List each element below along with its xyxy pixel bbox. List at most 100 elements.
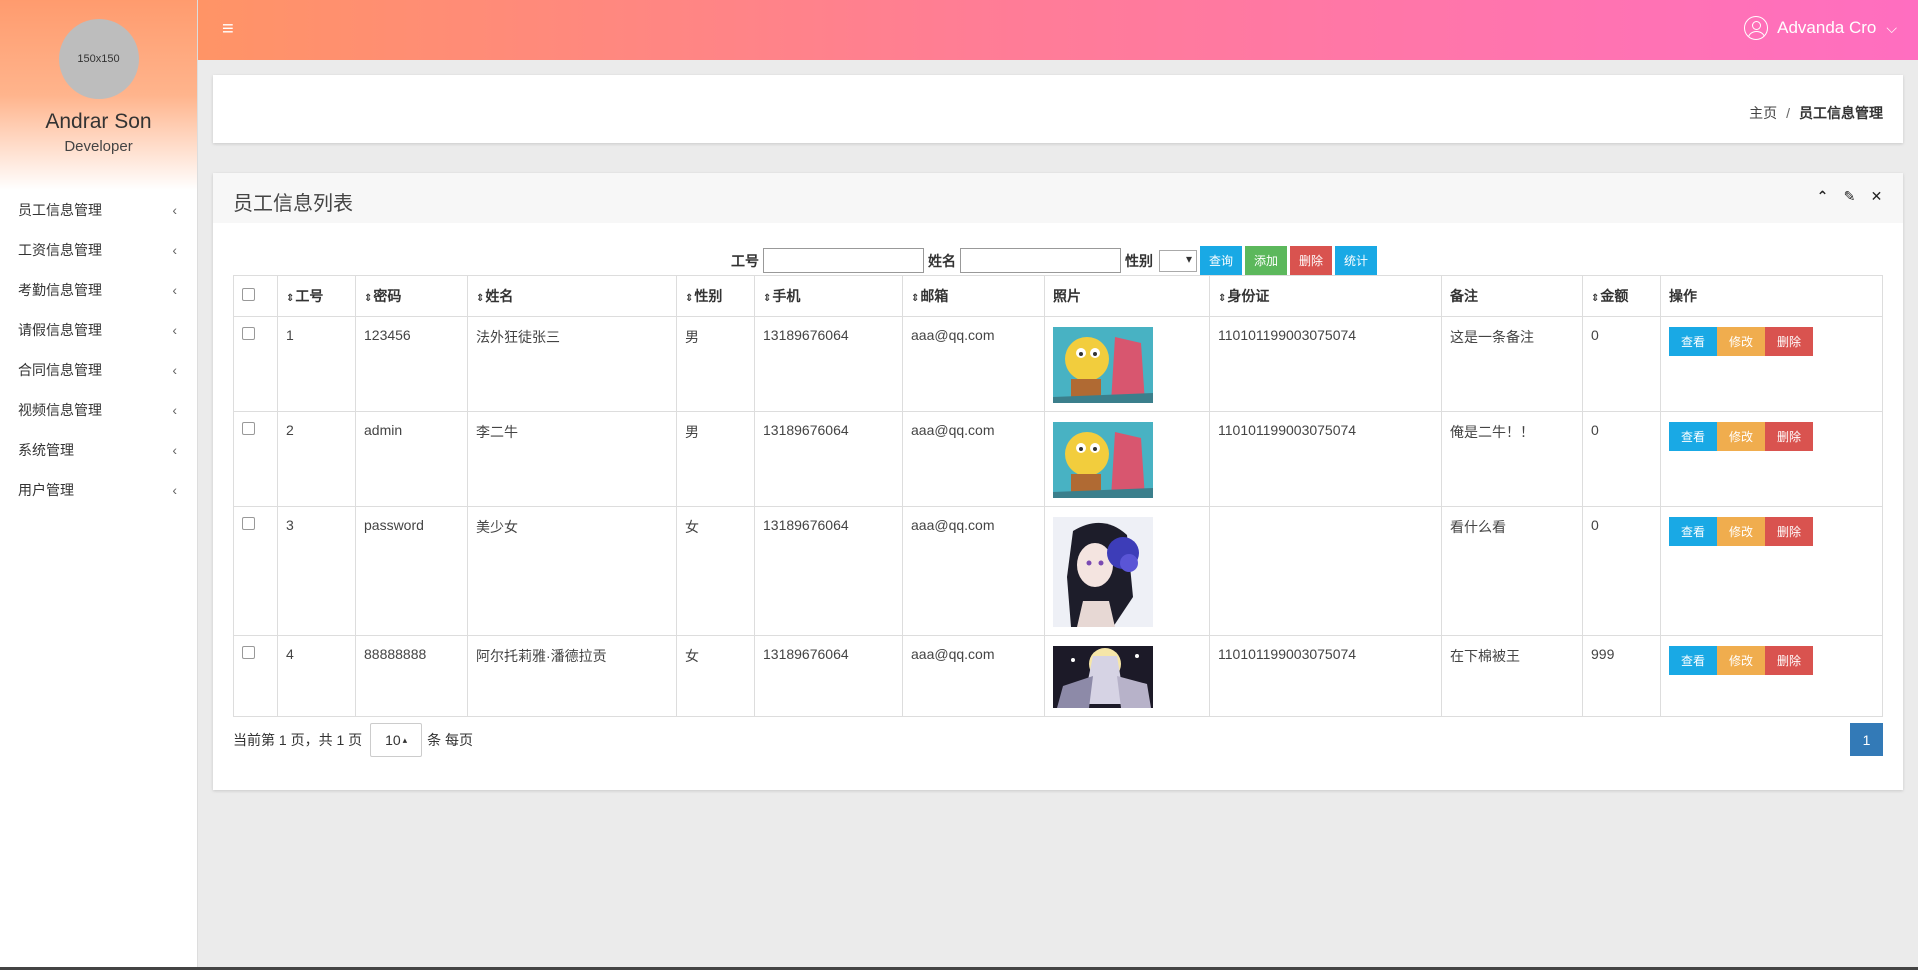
cell-remark: 这是一条备注 — [1441, 316, 1583, 412]
page-status-text: 当前第 1 页，共 1 页 — [233, 732, 363, 748]
caret-up-icon: ▴ — [402, 734, 408, 745]
col-label: 工号 — [295, 288, 324, 304]
photo-thumbnail[interactable] — [1053, 646, 1153, 708]
select-all-checkbox[interactable] — [242, 288, 255, 301]
breadcrumb-home[interactable]: 主页 — [1749, 105, 1777, 121]
chevron-left-icon: ‹ — [172, 442, 177, 458]
col-password[interactable]: ⇕密码 — [355, 275, 468, 317]
sidebar-item-label: 视频信息管理 — [18, 402, 102, 418]
cell-email: aaa@qq.com — [902, 635, 1045, 717]
panel-tools: ⌃ ✎ ✕ — [1814, 188, 1885, 205]
name-label: 姓名 — [928, 252, 956, 269]
page-1-button[interactable]: 1 — [1850, 723, 1883, 756]
col-amount[interactable]: ⇕金额 — [1582, 275, 1661, 317]
photo-thumbnail[interactable] — [1053, 327, 1153, 403]
id-search-input[interactable] — [763, 248, 924, 273]
edit-button[interactable]: 修改 — [1717, 646, 1766, 675]
close-icon[interactable]: ✕ — [1868, 188, 1885, 205]
sidebar-item-video[interactable]: 视频信息管理 ‹ — [0, 390, 197, 430]
cell-phone: 13189676064 — [754, 316, 903, 412]
sidebar-item-leave[interactable]: 请假信息管理 ‹ — [0, 310, 197, 350]
view-button[interactable]: 查看 — [1669, 422, 1718, 451]
edit-button[interactable]: 修改 — [1717, 327, 1766, 356]
cell-email: aaa@qq.com — [902, 411, 1045, 507]
cell-name: 美少女 — [467, 506, 677, 636]
sort-icon: ⇕ — [911, 293, 920, 304]
name-search-input[interactable] — [960, 248, 1121, 273]
chevron-left-icon: ‹ — [172, 282, 177, 298]
sidebar-item-label: 用户管理 — [18, 482, 74, 498]
col-id[interactable]: ⇕工号 — [277, 275, 356, 317]
cell-sex: 女 — [676, 635, 755, 717]
sex-select[interactable] — [1159, 249, 1197, 272]
employee-table: ⇕工号 ⇕密码 ⇕姓名 ⇕性别 ⇕手机 ⇕邮箱 照片 ⇕身份证 备注 ⇕金额 操… — [233, 275, 1883, 717]
cell-password: 88888888 — [355, 635, 468, 717]
sidebar-item-label: 工资信息管理 — [18, 242, 102, 258]
table-row: 4 88888888 阿尔托莉雅·潘德拉贡 女 13189676064 aaa@… — [233, 635, 1883, 717]
edit-button[interactable]: 修改 — [1717, 422, 1766, 451]
search-form: 工号 姓名 性别 查询 添加 删除 统计 — [727, 246, 1378, 275]
page-size-value: 10 — [385, 732, 401, 748]
chevron-left-icon: ‹ — [172, 482, 177, 498]
avatar[interactable]: 150x150 — [58, 19, 139, 99]
sidebar-menu: 员工信息管理 ‹ 工资信息管理 ‹ 考勤信息管理 ‹ 请假信息管理 ‹ 合同信息管理 ‹ … — [0, 190, 197, 510]
wrench-icon[interactable]: ✎ — [1841, 188, 1858, 205]
cell-id: 3 — [277, 506, 356, 636]
col-label: 姓名 — [485, 288, 514, 304]
add-button[interactable]: 添加 — [1245, 246, 1288, 275]
chevron-left-icon: ‹ — [172, 202, 177, 218]
col-name[interactable]: ⇕姓名 — [467, 275, 677, 317]
table-row: 1 123456 法外狂徒张三 男 13189676064 aaa@qq.com — [233, 316, 1883, 412]
sidebar-item-users[interactable]: 用户管理 ‹ — [0, 470, 197, 510]
query-button[interactable]: 查询 — [1200, 246, 1243, 275]
cell-email: aaa@qq.com — [902, 506, 1045, 636]
row-checkbox[interactable] — [242, 646, 255, 659]
col-sex[interactable]: ⇕性别 — [676, 275, 755, 317]
cell-photo — [1044, 411, 1210, 507]
cell-id: 1 — [277, 316, 356, 412]
user-menu[interactable]: Advanda Cro ⌵ — [1744, 16, 1897, 40]
cell-sex: 男 — [676, 316, 755, 412]
chevron-left-icon: ‹ — [172, 242, 177, 258]
delete-button[interactable]: 删除 — [1765, 422, 1814, 451]
cell-password: admin — [355, 411, 468, 507]
cell-remark: 俺是二牛！！ — [1441, 411, 1583, 507]
chevron-left-icon: ‹ — [172, 362, 177, 378]
col-label: 手机 — [772, 288, 801, 304]
sidebar-item-system[interactable]: 系统管理 ‹ — [0, 430, 197, 470]
statistics-button[interactable]: 统计 — [1335, 246, 1378, 275]
cell-photo — [1044, 635, 1210, 717]
edit-button[interactable]: 修改 — [1717, 517, 1766, 546]
view-button[interactable]: 查看 — [1669, 646, 1718, 675]
per-page-label: 条 每页 — [427, 732, 474, 748]
photo-thumbnail[interactable] — [1053, 422, 1153, 498]
delete-button[interactable]: 删除 — [1765, 327, 1814, 356]
delete-button[interactable]: 删除 — [1765, 517, 1814, 546]
row-checkbox[interactable] — [242, 517, 255, 530]
sort-icon: ⇕ — [364, 293, 373, 304]
page-size-dropdown[interactable]: 10 ▴ — [370, 723, 423, 757]
hamburger-menu-icon[interactable]: ≡ — [222, 17, 240, 41]
col-email[interactable]: ⇕邮箱 — [902, 275, 1045, 317]
col-phone[interactable]: ⇕手机 — [754, 275, 903, 317]
batch-delete-button[interactable]: 删除 — [1290, 246, 1333, 275]
cell-amount: 0 — [1582, 506, 1661, 636]
sidebar-item-contract[interactable]: 合同信息管理 ‹ — [0, 350, 197, 390]
view-button[interactable]: 查看 — [1669, 327, 1718, 356]
row-checkbox[interactable] — [242, 422, 255, 435]
sidebar-item-employee[interactable]: 员工信息管理 ‹ — [0, 190, 197, 230]
sort-icon: ⇕ — [1218, 293, 1227, 304]
view-button[interactable]: 查看 — [1669, 517, 1718, 546]
sidebar-item-attendance[interactable]: 考勤信息管理 ‹ — [0, 270, 197, 310]
col-label: 备注 — [1450, 288, 1478, 304]
delete-button[interactable]: 删除 — [1765, 646, 1814, 675]
collapse-icon[interactable]: ⌃ — [1814, 188, 1831, 205]
sidebar-item-salary[interactable]: 工资信息管理 ‹ — [0, 230, 197, 270]
col-idcard[interactable]: ⇕身份证 — [1209, 275, 1442, 317]
cell-name: 李二牛 — [467, 411, 677, 507]
photo-thumbnail[interactable] — [1053, 517, 1153, 627]
cell-remark: 看什么看 — [1441, 506, 1583, 636]
cell-amount: 0 — [1582, 411, 1661, 507]
row-checkbox[interactable] — [242, 327, 255, 340]
sex-label: 性别 — [1125, 252, 1153, 269]
